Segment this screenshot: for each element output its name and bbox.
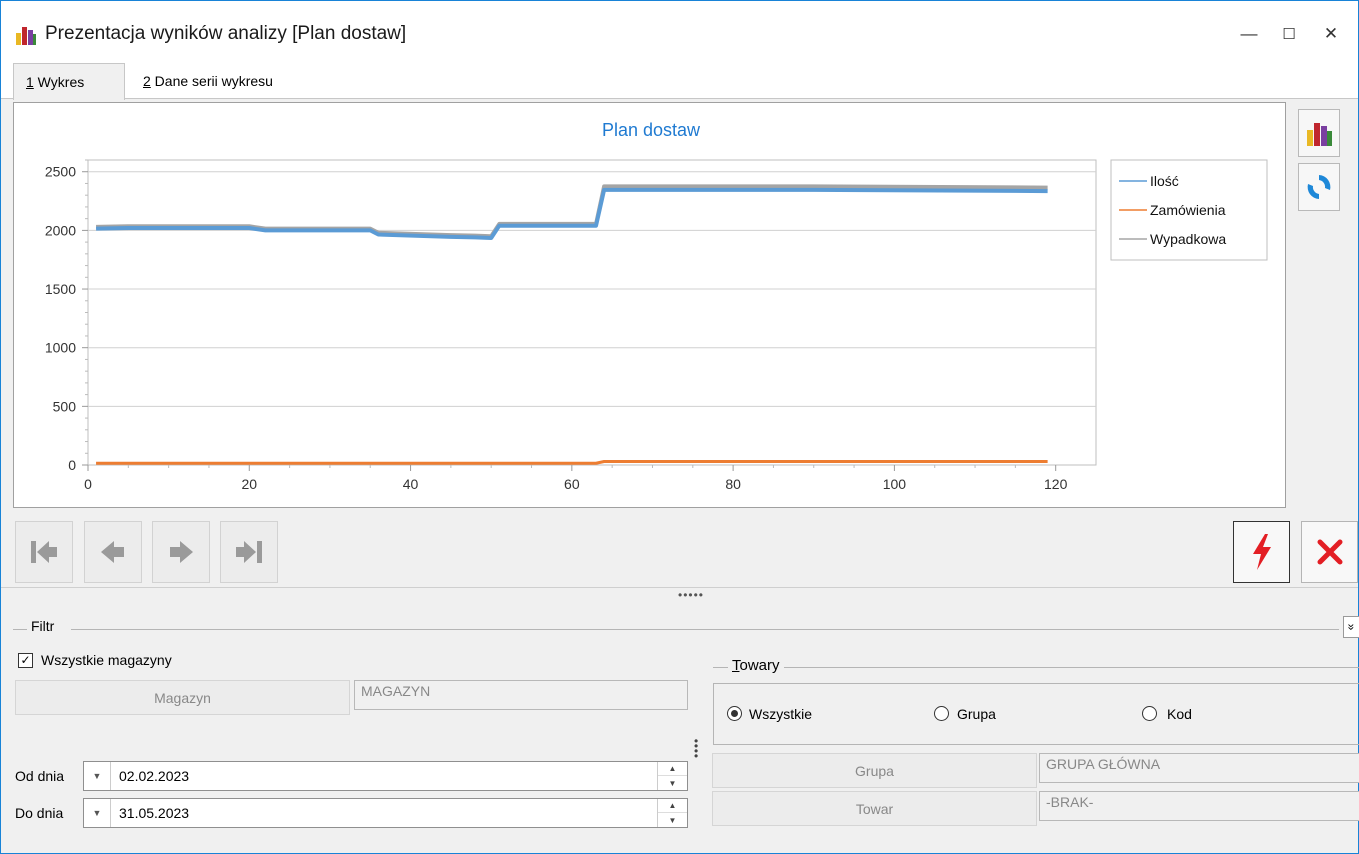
x-tick-label: 20 [241,476,257,492]
cancel-icon [1317,539,1342,565]
grupa-value: GRUPA GŁÓWNA [1046,756,1161,772]
run-button[interactable] [1233,521,1290,583]
magazyn-value: MAGAZYN [361,683,431,699]
do-dnia-spinner[interactable]: ▲ ▼ [657,799,687,827]
x-tick-label: 60 [564,476,580,492]
grupa-button[interactable]: Grupa [712,753,1037,788]
tab-dane-serii-key: 2 [143,73,151,89]
filter-divider [71,629,1339,630]
spin-down-icon[interactable]: ▼ [658,776,687,790]
od-dnia-spinner[interactable]: ▲ ▼ [657,762,687,790]
filter-label: Filtr [31,618,55,634]
grupa-field[interactable]: GRUPA GŁÓWNA [1039,753,1359,783]
y-tick-label: 2500 [45,164,76,180]
towary-title-key: T [732,657,740,674]
radio-wszystkie[interactable] [727,706,742,721]
x-tick-label: 120 [1044,476,1068,492]
tab-wykres-key: 1 [26,74,34,90]
minimize-button[interactable]: — [1229,17,1269,51]
all-warehouses-checkbox[interactable]: ✓ [18,653,33,668]
legend-label: Zamówienia [1150,202,1226,218]
filter-divider [13,629,27,630]
analysis-window: Prezentacja wyników analizy [Plan dostaw… [0,0,1359,854]
prev-icon [101,541,124,563]
grupa-button-label: Grupa [855,762,894,779]
do-dnia-field[interactable]: ▼ 31.05.2023 ▲ ▼ [83,798,688,828]
towary-divider [713,667,1359,668]
series-line [96,459,1048,465]
run-icon [1252,534,1271,570]
towary-group-title: Towary [728,657,784,674]
x-tick-label: 100 [883,476,907,492]
y-tick-label: 0 [68,457,76,473]
plot-area [87,159,1097,466]
magazyn-button[interactable]: Magazyn [15,680,350,715]
x-tick-label: 80 [725,476,741,492]
towar-field[interactable]: -BRAK- [1039,791,1359,821]
chevron-down-double-icon: » [1344,623,1359,631]
vertical-splitter-grip-icon[interactable]: • • • • [694,735,698,762]
chart-type-icon [1307,123,1332,146]
first-icon [31,541,57,563]
spin-up-icon[interactable]: ▲ [658,762,687,776]
towar-value: -BRAK- [1046,794,1094,810]
magazyn-field[interactable]: MAGAZYN [354,680,688,710]
towary-title-rest: owary [739,657,780,674]
od-dnia-label: Od dnia [15,768,65,784]
minimize-icon: — [1240,24,1258,43]
cancel-button[interactable] [1301,521,1358,583]
tab-wykres[interactable]: 1 Wykres [13,63,125,100]
tab-dane-serii-label: Dane serii wykresu [150,73,273,89]
radio-kod-label: Kod [1167,706,1192,722]
spin-down-icon[interactable]: ▼ [658,813,687,827]
chart-panel: Plan dostaw 0 500 1000 1500 2000 2500 0 20 40 60 80… [13,102,1286,508]
maximize-icon: ☐ [1282,26,1296,43]
all-warehouses-label: Wszystkie magazyny [41,652,172,668]
splitter-grip-icon[interactable]: ••••• [678,588,704,602]
radio-grupa[interactable] [934,706,949,721]
legend-label: Wypadkowa [1150,231,1226,247]
do-dnia-value: 31.05.2023 [119,805,190,821]
maximize-button[interactable]: ☐ [1269,17,1309,51]
refresh-icon [1307,175,1331,199]
do-dnia-label: Do dnia [15,805,64,821]
y-tick-label: 2000 [45,222,76,238]
radio-kod[interactable] [1142,706,1157,721]
refresh-button[interactable] [1298,163,1340,211]
chart-type-button[interactable] [1298,109,1340,157]
od-dnia-dropdown-icon[interactable]: ▼ [84,762,111,790]
filter-collapse-button[interactable]: » [1343,616,1359,638]
close-button[interactable]: ✕ [1311,17,1351,51]
x-tick-label: 0 [84,476,92,492]
y-tick-label: 500 [53,398,77,414]
last-icon [236,541,262,563]
od-dnia-field[interactable]: ▼ 02.02.2023 ▲ ▼ [83,761,688,791]
od-dnia-value: 02.02.2023 [119,768,190,784]
y-tick-label: 1000 [45,340,76,356]
towar-button[interactable]: Towar [712,791,1037,826]
title-bar: Prezentacja wyników analizy [Plan dostaw… [1,1,1358,61]
towar-button-label: Towar [855,800,894,817]
x-tick-label: 40 [403,476,419,492]
tab-bar: 1 Wykres 2 Dane serii wykresu [1,61,1358,100]
radio-wszystkie-label: Wszystkie [749,706,812,722]
chart-title: Plan dostaw [602,120,701,140]
legend-label: Ilość [1150,173,1179,189]
last-record-button[interactable] [220,521,278,583]
app-chart-icon [16,27,36,45]
next-record-button[interactable] [152,521,210,583]
magazyn-button-label: Magazyn [154,689,211,706]
previous-record-button[interactable] [84,521,142,583]
y-tick-label: 1500 [45,281,76,297]
radio-grupa-label: Grupa [957,706,996,722]
tab-dane-serii[interactable]: 2 Dane serii wykresu [131,63,285,100]
do-dnia-dropdown-icon[interactable]: ▼ [84,799,111,827]
spin-up-icon[interactable]: ▲ [658,799,687,813]
next-icon [170,541,193,563]
window-title: Prezentacja wyników analizy [Plan dostaw… [45,23,407,44]
first-record-button[interactable] [15,521,73,583]
close-icon: ✕ [1323,24,1339,43]
tab-wykres-label: Wykres [33,74,85,90]
line-chart: Plan dostaw 0 500 1000 1500 2000 2500 0 20 40 60 80… [45,120,1268,492]
